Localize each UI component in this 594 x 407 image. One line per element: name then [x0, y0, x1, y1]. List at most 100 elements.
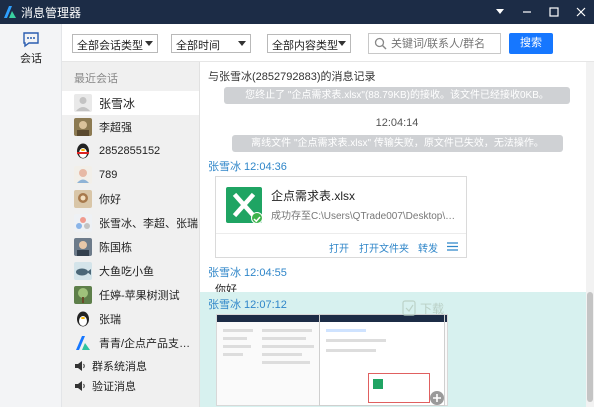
session-type-select[interactable]: 全部会话类型: [72, 34, 158, 53]
avatar: [74, 286, 92, 304]
maximize-icon: [548, 7, 559, 17]
contact-name: 张雪冰: [99, 96, 136, 111]
maximize-button[interactable]: [540, 0, 567, 24]
chevron-down-icon: [338, 41, 346, 46]
dropdown-menu-button[interactable]: [486, 0, 513, 24]
rail-item-label: 会话: [20, 53, 42, 65]
close-icon: [576, 7, 585, 17]
file-save-status: 成功存至C:\Users\QTrade007\Desktop\企点需求表.xls…: [271, 211, 463, 222]
speaker-icon: [75, 361, 85, 371]
window-title: 消息管理器: [21, 5, 82, 20]
contact-name: 陈国栋: [99, 242, 132, 254]
image-line: [223, 353, 243, 356]
message-sender: 张雪冰 12:04:36: [208, 161, 287, 173]
image-line: [223, 345, 251, 348]
search-input[interactable]: [391, 36, 497, 51]
file-name: 企点需求表.xlsx: [271, 189, 356, 203]
title-bar: 消息管理器: [0, 0, 594, 24]
app-logo-icon: [4, 6, 16, 18]
avatar: [74, 190, 92, 208]
qq-penguin-avatar: [74, 142, 92, 160]
contact-item[interactable]: 陈国栋: [62, 235, 199, 259]
contact-item[interactable]: 任婷-苹果树测试: [62, 283, 199, 307]
watermark-text: 下载: [420, 302, 445, 316]
system-item-group-messages[interactable]: 群系统消息: [62, 355, 199, 377]
scrollbar-thumb[interactable]: [587, 292, 593, 402]
contact-name: 青青/企点产品支持...: [99, 338, 199, 350]
image-line: [262, 361, 310, 364]
avatar: [74, 238, 92, 256]
time-value: 全部时间: [176, 40, 220, 52]
contact-name: 张瑞: [99, 314, 121, 326]
contact-name: 2852855152: [99, 145, 161, 157]
zoom-in-icon[interactable]: [429, 390, 445, 406]
system-notice: 您终止了 "企点需求表.xlsx"(88.79KB)的接收。该文件已经接收0KB…: [224, 87, 570, 104]
chevron-down-icon: [238, 41, 246, 46]
image-line: [262, 345, 314, 348]
search-icon: [374, 37, 387, 50]
message-sender: 张雪冰 12:04:55: [208, 267, 287, 279]
system-item-verification[interactable]: 验证消息: [62, 375, 199, 397]
content-type-select[interactable]: 全部内容类型: [267, 34, 351, 53]
rail-item-conversations[interactable]: 会话: [0, 32, 62, 72]
image-excel-icon: [373, 379, 383, 389]
screenshot-image-inner: [319, 314, 445, 406]
contact-name: 李超强: [99, 122, 132, 134]
history-header: 与张雪冰(2852792883)的消息记录: [208, 71, 376, 83]
speaker-icon: [75, 381, 85, 391]
avatar: [74, 262, 92, 280]
avatar: [74, 118, 92, 136]
image-file-card: [368, 373, 430, 403]
group-avatar: [74, 214, 92, 232]
image-line: [326, 349, 376, 352]
contact-list: 最近会话 张雪冰 李超强 2852855152 789 你好 张雪冰、李超、张瑞: [62, 62, 200, 407]
contact-item[interactable]: 张雪冰: [62, 91, 199, 115]
image-line: [262, 329, 312, 332]
contact-name: 789: [99, 169, 118, 181]
chevron-down-icon: [145, 41, 153, 46]
triangle-down-icon: [495, 9, 504, 14]
minimize-icon: [522, 11, 531, 13]
image-line: [326, 329, 366, 332]
contact-name: 张雪冰、李超、张瑞: [99, 218, 198, 230]
file-card: 企点需求表.xlsx 成功存至C:\Users\QTrade007\Deskto…: [215, 176, 467, 258]
contact-name: 任婷-苹果树测试: [99, 290, 180, 302]
close-button[interactable]: [567, 0, 594, 24]
timestamp: 12:04:14: [375, 117, 419, 129]
image-line: [223, 337, 247, 340]
contact-item[interactable]: 青青/企点产品支持...: [62, 331, 199, 355]
contact-name: 你好: [99, 194, 121, 206]
contact-item[interactable]: 2852855152: [62, 139, 199, 163]
open-folder-link[interactable]: 打开文件夹: [359, 240, 409, 255]
contact-item[interactable]: 大鱼吃小鱼: [62, 259, 199, 283]
image-line: [326, 339, 386, 342]
contact-item[interactable]: 789: [62, 163, 199, 187]
message-sender: 张雪冰 12:07:12: [208, 299, 287, 311]
image-line: [262, 337, 306, 340]
contact-name: 大鱼吃小鱼: [99, 266, 154, 278]
search-box: [368, 33, 501, 54]
chat-icon: [23, 32, 39, 48]
contact-item[interactable]: 张雪冰、李超、张瑞: [62, 211, 199, 235]
menu-icon[interactable]: [447, 242, 458, 251]
checkmark-icon: [251, 212, 263, 224]
open-file-link[interactable]: 打开: [329, 240, 349, 255]
content-type-value: 全部内容类型: [272, 40, 338, 52]
system-item-label: 群系统消息: [92, 361, 147, 373]
image-line: [262, 353, 302, 356]
contact-item[interactable]: 李超强: [62, 115, 199, 139]
file-actions: 打开 打开文件夹 转发: [216, 233, 466, 258]
left-rail: 会话: [0, 24, 62, 407]
contact-item[interactable]: 张瑞: [62, 307, 199, 331]
search-button[interactable]: 搜索: [509, 33, 553, 54]
forward-link[interactable]: 转发: [418, 240, 438, 255]
time-select[interactable]: 全部时间: [171, 34, 251, 53]
image-line: [223, 329, 253, 332]
contact-item[interactable]: 你好: [62, 187, 199, 211]
scrollbar[interactable]: [586, 62, 594, 407]
session-type-value: 全部会话类型: [77, 40, 143, 52]
minimize-button[interactable]: [513, 0, 540, 24]
avatar: [74, 166, 92, 184]
avatar: [74, 94, 92, 112]
system-item-label: 验证消息: [92, 381, 136, 393]
